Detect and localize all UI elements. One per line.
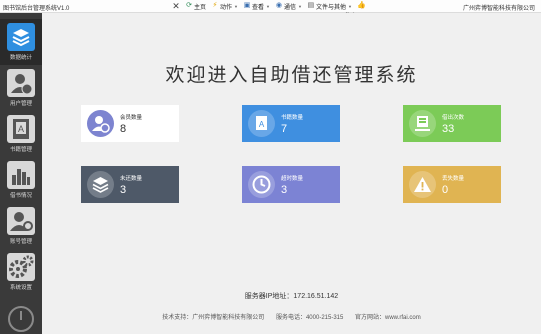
app-title: 图书馆后台管理系统V1.0 <box>3 6 70 12</box>
warning-icon <box>409 171 436 198</box>
footer-support: 技术支持：广州弈博智能科技有限公司 <box>162 315 265 321</box>
sidebar-item-accounts[interactable]: 账号管理 <box>0 203 42 249</box>
stat-card-value: 0 <box>442 184 449 196</box>
toolbar-communication-label: 通信 <box>283 4 296 11</box>
stat-card-value: 33 <box>442 123 455 135</box>
stat-card-members[interactable]: 会员数量 8 <box>81 105 179 142</box>
user-icon <box>7 69 35 97</box>
stat-card-borrows[interactable]: 借出次数 33 <box>403 105 501 142</box>
clock-icon <box>248 171 275 198</box>
sidebar-item-books[interactable]: A 书籍管理 <box>0 111 42 157</box>
communication-icon: ◉ <box>275 2 283 9</box>
toolbar-like-button[interactable]: 👍 <box>356 2 366 10</box>
stat-card-books[interactable]: A 书籍数量 7 <box>242 105 340 142</box>
sidebar-item-label: 系统设置 <box>9 285 32 291</box>
lightning-icon: ⚡ <box>212 2 218 9</box>
sidebar-item-label: 数据统计 <box>9 55 32 61</box>
footer-website[interactable]: 官方网站：www.rfai.com <box>355 315 421 321</box>
sidebar-item-label: 书籍管理 <box>9 147 32 153</box>
footer: 技术支持：广州弈博智能科技有限公司 服务电话：4000-215-315 官方网站… <box>42 312 541 321</box>
layers-icon <box>87 171 114 198</box>
stat-card-lost[interactable]: 丢失数量 0 <box>403 166 501 203</box>
floating-toolbar: ✕ ⟳ 主页 ⚡ 动作 ▼ ▣ 查看 ▼ ◉ 通信 ▼ ▤ 文件与其他 ▼ 👍 <box>172 0 365 12</box>
stat-card-value: 3 <box>120 184 127 196</box>
sidebar: 数据统计 用户管理 A 书籍管理 借书情况 账号管理 系统设置 <box>0 13 42 334</box>
stat-card-label: 借出次数 <box>442 115 465 121</box>
stat-card-label: 丢失数量 <box>442 176 465 182</box>
file-icon: ▤ <box>307 2 315 9</box>
book-icon: A <box>248 110 275 137</box>
stat-card-value: 3 <box>281 184 288 196</box>
sidebar-item-label: 账号管理 <box>9 239 32 245</box>
bar-chart-icon <box>7 161 35 189</box>
borrow-icon <box>409 110 436 137</box>
server-ip: 服务器IP地址：172.16.51.142 <box>244 293 339 300</box>
thumbs-up-icon: 👍 <box>356 2 366 9</box>
sidebar-item-label: 借书情况 <box>9 193 32 199</box>
chevron-down-icon: ▼ <box>347 3 352 9</box>
footer-phone: 服务电话：4000-215-315 <box>275 315 344 321</box>
toolbar-view-label: 查看 <box>252 4 265 11</box>
stat-card-value: 7 <box>281 123 288 135</box>
power-icon[interactable] <box>8 306 34 332</box>
company-name: 广州弈博智能科技有限公司 <box>462 6 535 12</box>
chevron-down-icon: ▼ <box>234 3 238 9</box>
stat-card-overdue[interactable]: 超时数量 3 <box>242 166 340 203</box>
svg-text:A: A <box>259 120 265 129</box>
toolbar-file-menu[interactable]: ▤ 文件与其他 ▼ <box>307 2 352 11</box>
sidebar-item-borrowing[interactable]: 借书情况 <box>0 157 42 203</box>
stats-icon <box>7 23 35 51</box>
svg-text:A: A <box>18 124 24 134</box>
stat-card-label: 会员数量 <box>120 115 143 121</box>
view-icon: ▣ <box>243 2 251 9</box>
stat-card-value: 8 <box>120 123 127 135</box>
stat-card-label: 书籍数量 <box>281 115 304 121</box>
book-icon: A <box>7 115 35 143</box>
stat-card-unreturned[interactable]: 未还数量 3 <box>81 166 179 203</box>
toolbar-home-label: 主页 <box>194 4 207 11</box>
stat-card-label: 未还数量 <box>120 176 143 182</box>
toolbar-action-menu[interactable]: ⚡ 动作 ▼ <box>211 2 238 11</box>
toolbar-view-menu[interactable]: ▣ 查看 ▼ <box>243 2 270 11</box>
sidebar-item-statistics[interactable]: 数据统计 <box>0 19 42 65</box>
refresh-icon: ⟳ <box>186 2 192 9</box>
toolbar-close-button[interactable]: ✕ <box>172 1 180 11</box>
toolbar-home-button[interactable]: ⟳ 主页 <box>185 2 206 11</box>
toolbar-file-label: 文件与其他 <box>315 4 346 11</box>
toolbar-action-label: 动作 <box>220 4 233 11</box>
account-icon <box>7 207 35 235</box>
stat-card-label: 超时数量 <box>281 176 304 182</box>
title-bar: 图书馆后台管理系统V1.0 ✕ ⟳ 主页 ⚡ 动作 ▼ ▣ 查看 ▼ ◉ 通信 … <box>0 0 541 13</box>
page-title: 欢迎进入自助借还管理系统 <box>165 65 418 86</box>
chevron-down-icon: ▼ <box>298 3 302 9</box>
close-icon: ✕ <box>172 1 180 11</box>
sidebar-item-label: 用户管理 <box>9 101 32 107</box>
member-icon <box>87 110 114 137</box>
toolbar-communication-menu[interactable]: ◉ 通信 ▼ <box>275 2 302 11</box>
settings-icon <box>7 253 35 281</box>
main-content: 欢迎进入自助借还管理系统 会员数量 8 A 书籍数量 7 借出次数 33 未还数… <box>42 13 541 334</box>
chevron-down-icon: ▼ <box>266 3 270 9</box>
sidebar-item-users[interactable]: 用户管理 <box>0 65 42 111</box>
sidebar-item-settings[interactable]: 系统设置 <box>0 249 42 295</box>
